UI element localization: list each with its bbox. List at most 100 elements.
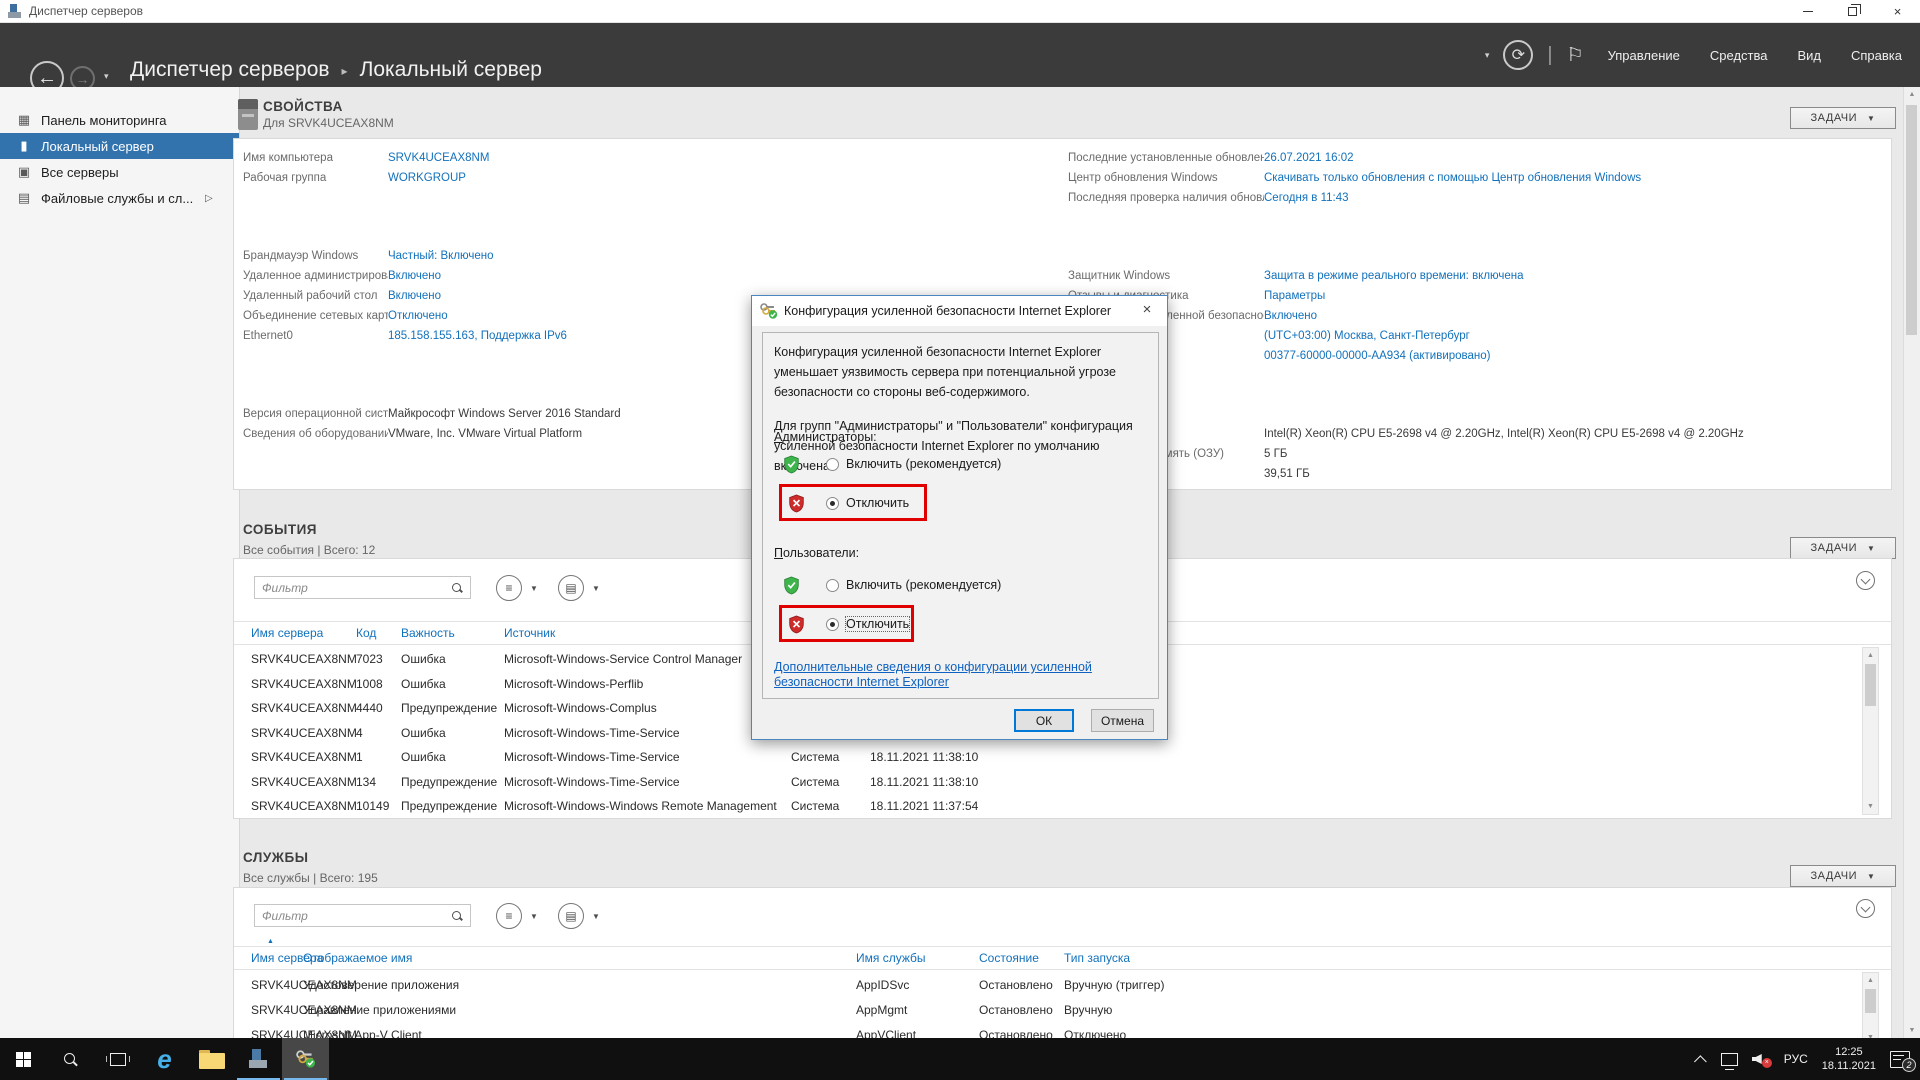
ok-button[interactable]: ОК: [1014, 709, 1074, 732]
header-caret-icon[interactable]: ▾: [1485, 50, 1490, 61]
property-value[interactable]: 5 ГБ: [1264, 448, 1287, 460]
scrollbar-thumb[interactable]: [1865, 664, 1876, 706]
expander-icon[interactable]: ▷: [205, 193, 213, 204]
services-scrollbar[interactable]: ▲ ▼: [1862, 972, 1879, 1046]
column-header[interactable]: Состояние: [979, 951, 1039, 965]
users-enable-radio[interactable]: [826, 579, 839, 592]
search-icon[interactable]: [451, 910, 462, 921]
server-manager-taskbar-button[interactable]: [235, 1038, 282, 1080]
events-scrollbar[interactable]: ▲ ▼: [1862, 647, 1879, 815]
cancel-button[interactable]: Отмена: [1091, 709, 1154, 732]
service-row[interactable]: SRVK4UCEAX8NM Удостоверение приложения A…: [234, 972, 1891, 997]
sidebar-item[interactable]: ▤ Файловые службы и сл... ▷: [0, 185, 239, 211]
properties-tasks-button[interactable]: ЗАДАЧИ ▼: [1790, 107, 1896, 129]
task-view-button[interactable]: [94, 1038, 141, 1080]
sidebar-item[interactable]: ▮ Локальный сервер: [0, 133, 239, 159]
scroll-down-icon[interactable]: ▼: [1863, 803, 1878, 810]
clock[interactable]: 12:25 18.11.2021: [1822, 1045, 1876, 1073]
property-value[interactable]: Частный: Включено: [388, 250, 494, 262]
header-menu-item[interactable]: Вид: [1797, 48, 1821, 63]
breadcrumb-root[interactable]: Диспетчер серверов: [130, 58, 330, 82]
scroll-up-icon[interactable]: ▲: [1863, 652, 1878, 659]
sidebar-item[interactable]: ▣ Все серверы: [0, 159, 239, 185]
tray-expand-icon[interactable]: [1694, 1055, 1707, 1068]
file-explorer-button[interactable]: [188, 1038, 235, 1080]
property-value[interactable]: Intel(R) Xeon(R) CPU E5-2698 v4 @ 2.20GH…: [1264, 428, 1744, 440]
property-value[interactable]: 185.158.155.163, Поддержка IPv6: [388, 330, 567, 342]
scrollbar-thumb[interactable]: [1906, 105, 1917, 335]
event-row[interactable]: SRVK4UCEAX8NM 1 Ошибка Microsoft-Windows…: [234, 745, 1891, 770]
breadcrumb-current[interactable]: Локальный сервер: [360, 58, 542, 82]
minimize-button[interactable]: [1785, 0, 1830, 23]
events-view-caret-icon[interactable]: ▼: [530, 584, 538, 593]
events-filter-input[interactable]: [255, 577, 451, 598]
scroll-down-icon[interactable]: ▼: [1904, 1027, 1920, 1034]
more-info-link[interactable]: Дополнительные сведения о конфигурации у…: [774, 660, 1139, 690]
property-value[interactable]: Сегодня в 11:43: [1264, 192, 1349, 204]
notification-center-icon[interactable]: 2: [1890, 1051, 1910, 1068]
ie-esc-dialog-taskbar-button[interactable]: [282, 1038, 329, 1080]
search-icon[interactable]: [451, 582, 462, 593]
property-value[interactable]: Включено: [388, 270, 441, 282]
close-button[interactable]: ×: [1875, 0, 1920, 23]
property-value[interactable]: Включено: [1264, 310, 1317, 322]
scrollbar-thumb[interactable]: [1865, 989, 1876, 1013]
users-enable-label[interactable]: Включить (рекомендуется): [846, 578, 1001, 592]
dialog-close-icon[interactable]: ×: [1137, 301, 1157, 318]
services-tasks-button[interactable]: ЗАДАЧИ ▼: [1790, 865, 1896, 887]
column-header[interactable]: Тип запуска: [1064, 951, 1130, 965]
refresh-icon[interactable]: ⟳: [1503, 40, 1533, 70]
column-header[interactable]: Код: [356, 626, 376, 640]
property-value[interactable]: 26.07.2021 16:02: [1264, 152, 1354, 164]
admins-enable-label[interactable]: Включить (рекомендуется): [846, 457, 1001, 471]
admins-enable-radio[interactable]: [826, 458, 839, 471]
property-value[interactable]: VMware, Inc. VMware Virtual Platform: [388, 428, 582, 440]
event-row[interactable]: SRVK4UCEAX8NM 134 Предупреждение Microso…: [234, 770, 1891, 795]
scroll-up-icon[interactable]: ▲: [1904, 91, 1920, 98]
events-save-caret-icon[interactable]: ▼: [592, 584, 600, 593]
nav-history-caret-icon[interactable]: ▾: [104, 71, 109, 82]
main-scrollbar[interactable]: ▲ ▼: [1903, 87, 1920, 1038]
property-value[interactable]: Майкрософт Windows Server 2016 Standard: [388, 408, 621, 420]
restore-button[interactable]: [1830, 0, 1875, 23]
internet-explorer-button[interactable]: e: [141, 1038, 188, 1080]
column-header[interactable]: Важность: [401, 626, 455, 640]
scroll-up-icon[interactable]: ▲: [1863, 977, 1878, 984]
language-indicator[interactable]: РУС: [1784, 1052, 1808, 1066]
network-icon[interactable]: [1721, 1053, 1738, 1066]
services-collapse-button[interactable]: [1856, 899, 1875, 918]
events-tasks-button[interactable]: ЗАДАЧИ ▼: [1790, 537, 1896, 559]
events-save-button[interactable]: ▤: [558, 575, 584, 601]
start-button[interactable]: [0, 1038, 47, 1080]
property-value[interactable]: Параметры: [1264, 290, 1325, 302]
header-menu-item[interactable]: Справка: [1851, 48, 1902, 63]
services-save-caret-icon[interactable]: ▼: [592, 912, 600, 921]
property-value[interactable]: WORKGROUP: [388, 172, 466, 184]
taskbar-search-button[interactable]: [47, 1038, 94, 1080]
services-view-button[interactable]: ≡: [496, 903, 522, 929]
events-collapse-button[interactable]: [1856, 571, 1875, 590]
sidebar-item[interactable]: ▦ Панель мониторинга: [0, 107, 239, 133]
property-value[interactable]: Скачивать только обновления с помощью Це…: [1264, 172, 1641, 184]
services-filter-input[interactable]: [255, 905, 451, 926]
property-value[interactable]: Отключено: [388, 310, 448, 322]
events-view-button[interactable]: ≡: [496, 575, 522, 601]
notifications-flag-icon[interactable]: ⚐: [1567, 44, 1584, 67]
property-value[interactable]: 00377-60000-00000-AA934 (активировано): [1264, 350, 1491, 362]
property-value[interactable]: (UTC+03:00) Москва, Санкт-Петербург: [1264, 330, 1470, 342]
property-value[interactable]: 39,51 ГБ: [1264, 468, 1310, 480]
column-header[interactable]: Имя службы: [856, 951, 926, 965]
service-row[interactable]: SRVK4UCEAX8NM Управление приложениями Ap…: [234, 997, 1891, 1022]
volume-muted-icon[interactable]: ×: [1752, 1052, 1770, 1066]
property-value[interactable]: Включено: [388, 290, 441, 302]
column-header[interactable]: Отображаемое имя: [303, 951, 412, 965]
header-menu-item[interactable]: Средства: [1710, 48, 1768, 63]
property-value[interactable]: SRVK4UCEAX8NM: [388, 152, 489, 164]
services-save-button[interactable]: ▤: [558, 903, 584, 929]
header-menu-item[interactable]: Управление: [1608, 48, 1680, 63]
services-view-caret-icon[interactable]: ▼: [530, 912, 538, 921]
property-value[interactable]: Защита в режиме реального времени: включ…: [1264, 270, 1524, 282]
column-header[interactable]: Имя сервера: [251, 626, 323, 640]
column-header[interactable]: Источник: [504, 626, 555, 640]
event-row[interactable]: SRVK4UCEAX8NM 10149 Предупреждение Micro…: [234, 794, 1891, 819]
